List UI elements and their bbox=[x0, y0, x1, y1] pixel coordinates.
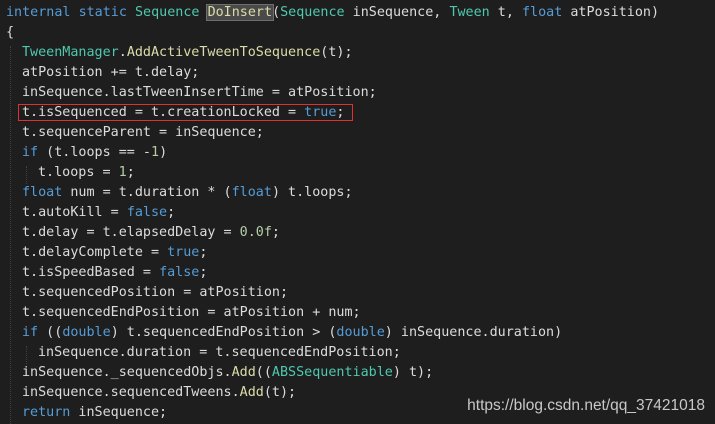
code-token: double bbox=[62, 325, 111, 340]
code-token: return bbox=[22, 405, 71, 420]
code-token: (t.loops == - bbox=[38, 145, 151, 160]
code-token: t.sequencedEndPosition = atPosition + nu… bbox=[22, 305, 361, 320]
code-token: DoInsert bbox=[205, 4, 275, 21]
code-line[interactable]: t.delay = t.elapsedDelay = 0.0f; bbox=[22, 223, 280, 243]
code-token: ; bbox=[199, 245, 208, 260]
code-line[interactable]: inSequence.duration = t.sequencedEndPosi… bbox=[38, 343, 401, 363]
code-token: float bbox=[22, 185, 63, 200]
code-line[interactable]: TweenManager.AddActiveTweenToSequence(t)… bbox=[22, 43, 353, 63]
code-token: ABSSequentiable bbox=[271, 365, 393, 380]
code-token: AddActiveTweenToSequence bbox=[126, 45, 321, 60]
code-token: Sequence bbox=[280, 5, 345, 20]
indent-guide bbox=[10, 46, 11, 424]
code-token: 0.0f bbox=[239, 225, 272, 240]
code-token: (( bbox=[255, 365, 272, 380]
code-token: TweenManager bbox=[22, 45, 119, 60]
code-line[interactable]: t.sequencedPosition = atPosition; bbox=[22, 283, 288, 303]
code-token: ; bbox=[167, 205, 176, 220]
code-token: num = t.duration * ( bbox=[62, 185, 232, 200]
code-token: ( bbox=[272, 5, 281, 20]
code-token: inSequence, bbox=[344, 5, 450, 20]
code-line[interactable]: t.sequencedEndPosition = atPosition + nu… bbox=[22, 303, 361, 323]
code-line[interactable]: t.sequenceParent = inSequence; bbox=[22, 123, 264, 143]
watermark-text: https://blog.csdn.net/qq_37421018 bbox=[467, 397, 705, 414]
code-token: ) bbox=[159, 145, 168, 160]
code-line[interactable]: t.loops = 1; bbox=[38, 163, 135, 183]
code-token: if bbox=[22, 145, 39, 160]
code-line[interactable]: inSequence._sequencedObjs.Add((ABSSequen… bbox=[22, 363, 433, 383]
indent-guide-inner bbox=[26, 346, 27, 364]
code-token: t.delayComplete = bbox=[22, 245, 168, 260]
code-line[interactable]: t.isSpeedBased = false; bbox=[22, 263, 207, 283]
code-line[interactable]: inSequence.sequencedTweens.Add(t); bbox=[22, 383, 296, 403]
code-token: ; bbox=[126, 165, 135, 180]
code-token: t.autoKill = bbox=[22, 205, 127, 220]
code-token: Add bbox=[231, 365, 256, 380]
code-token: t.loops = bbox=[38, 165, 119, 180]
code-token: inSequence.sequencedTweens. bbox=[22, 385, 240, 400]
code-line[interactable]: t.autoKill = false; bbox=[22, 203, 175, 223]
code-line[interactable]: t.delayComplete = true; bbox=[22, 243, 207, 263]
code-token: { bbox=[6, 25, 15, 40]
code-token: ) inSequence.duration) bbox=[384, 325, 563, 340]
code-line[interactable]: float num = t.duration * (float) t.loops… bbox=[22, 183, 353, 203]
code-token: 1 bbox=[118, 165, 127, 180]
code-token: ; bbox=[199, 265, 208, 280]
code-editor[interactable]: internal static Sequence DoInsert(Sequen… bbox=[0, 0, 715, 424]
annotation-highlight-box bbox=[18, 104, 353, 121]
code-token: ) t.loops; bbox=[271, 185, 353, 200]
code-token: inSequence.lastTweenInsertTime = atPosit… bbox=[22, 85, 377, 100]
code-token: . bbox=[118, 45, 127, 60]
code-token: ) t.sequencedEndPosition > ( bbox=[110, 325, 337, 340]
code-token: ; bbox=[271, 225, 280, 240]
code-token: atPosition) bbox=[562, 5, 660, 20]
code-token: false bbox=[126, 205, 168, 220]
code-line[interactable]: internal static Sequence DoInsert(Sequen… bbox=[6, 3, 659, 23]
code-token: internal bbox=[6, 5, 71, 20]
code-token: static bbox=[78, 5, 127, 20]
code-token: t.sequenceParent = inSequence; bbox=[22, 125, 264, 140]
code-token: Tween bbox=[449, 5, 490, 20]
code-token: (( bbox=[38, 325, 63, 340]
code-token: double bbox=[336, 325, 385, 340]
code-token: inSequence.duration = t.sequencedEndPosi… bbox=[38, 345, 401, 360]
code-token: float bbox=[231, 185, 272, 200]
code-token: inSequence._sequencedObjs. bbox=[22, 365, 232, 380]
code-token: ) t); bbox=[392, 365, 434, 380]
code-token: t.sequencedPosition = atPosition; bbox=[22, 285, 289, 300]
code-token: atPosition += t.delay; bbox=[22, 65, 200, 80]
code-token: t, bbox=[489, 5, 522, 20]
code-token: (t); bbox=[263, 385, 297, 400]
code-line[interactable]: atPosition += t.delay; bbox=[22, 63, 199, 83]
code-token: true bbox=[167, 245, 200, 260]
indent-guide-inner bbox=[26, 166, 27, 184]
code-token: if bbox=[22, 325, 39, 340]
code-token: t.delay = t.elapsedDelay = bbox=[22, 225, 240, 240]
code-line[interactable]: { bbox=[6, 23, 14, 43]
code-token: Sequence bbox=[135, 5, 200, 20]
code-token: 1 bbox=[151, 145, 160, 160]
code-line[interactable]: inSequence.lastTweenInsertTime = atPosit… bbox=[22, 83, 377, 103]
code-token: inSequence; bbox=[70, 405, 168, 420]
code-token: t.isSpeedBased = bbox=[22, 265, 160, 280]
code-line[interactable]: if (t.loops == -1) bbox=[22, 143, 167, 163]
code-line[interactable]: if ((double) t.sequencedEndPosition > (d… bbox=[22, 323, 562, 343]
code-token: float bbox=[522, 5, 563, 20]
code-line[interactable]: return inSequence; bbox=[22, 403, 167, 423]
code-token: (t); bbox=[320, 45, 353, 60]
code-token: Add bbox=[239, 385, 264, 400]
code-token: false bbox=[159, 265, 200, 280]
